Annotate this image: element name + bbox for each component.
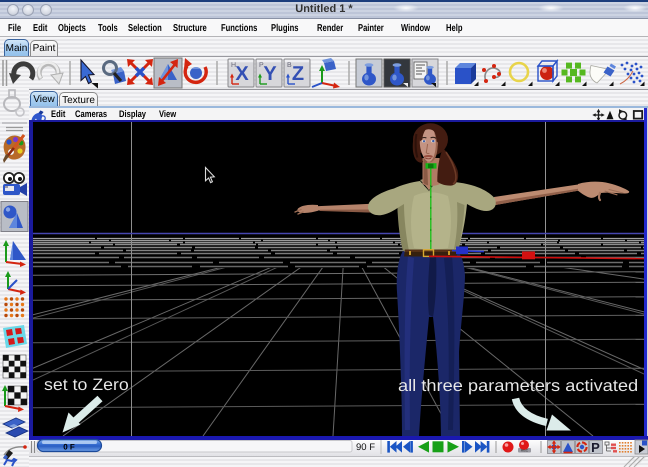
svg-text:P: P: [591, 440, 600, 455]
svg-text:Z: Z: [292, 63, 304, 85]
svg-text:P: P: [259, 62, 264, 69]
svg-text:0 F: 0 F: [63, 443, 75, 452]
svg-text:Y: Y: [263, 63, 277, 85]
svg-text:REC: REC: [521, 449, 529, 453]
svg-text:B: B: [287, 62, 292, 69]
svg-text:X: X: [235, 63, 249, 85]
svg-text:H: H: [231, 62, 236, 69]
svg-text:90 F: 90 F: [356, 442, 375, 453]
